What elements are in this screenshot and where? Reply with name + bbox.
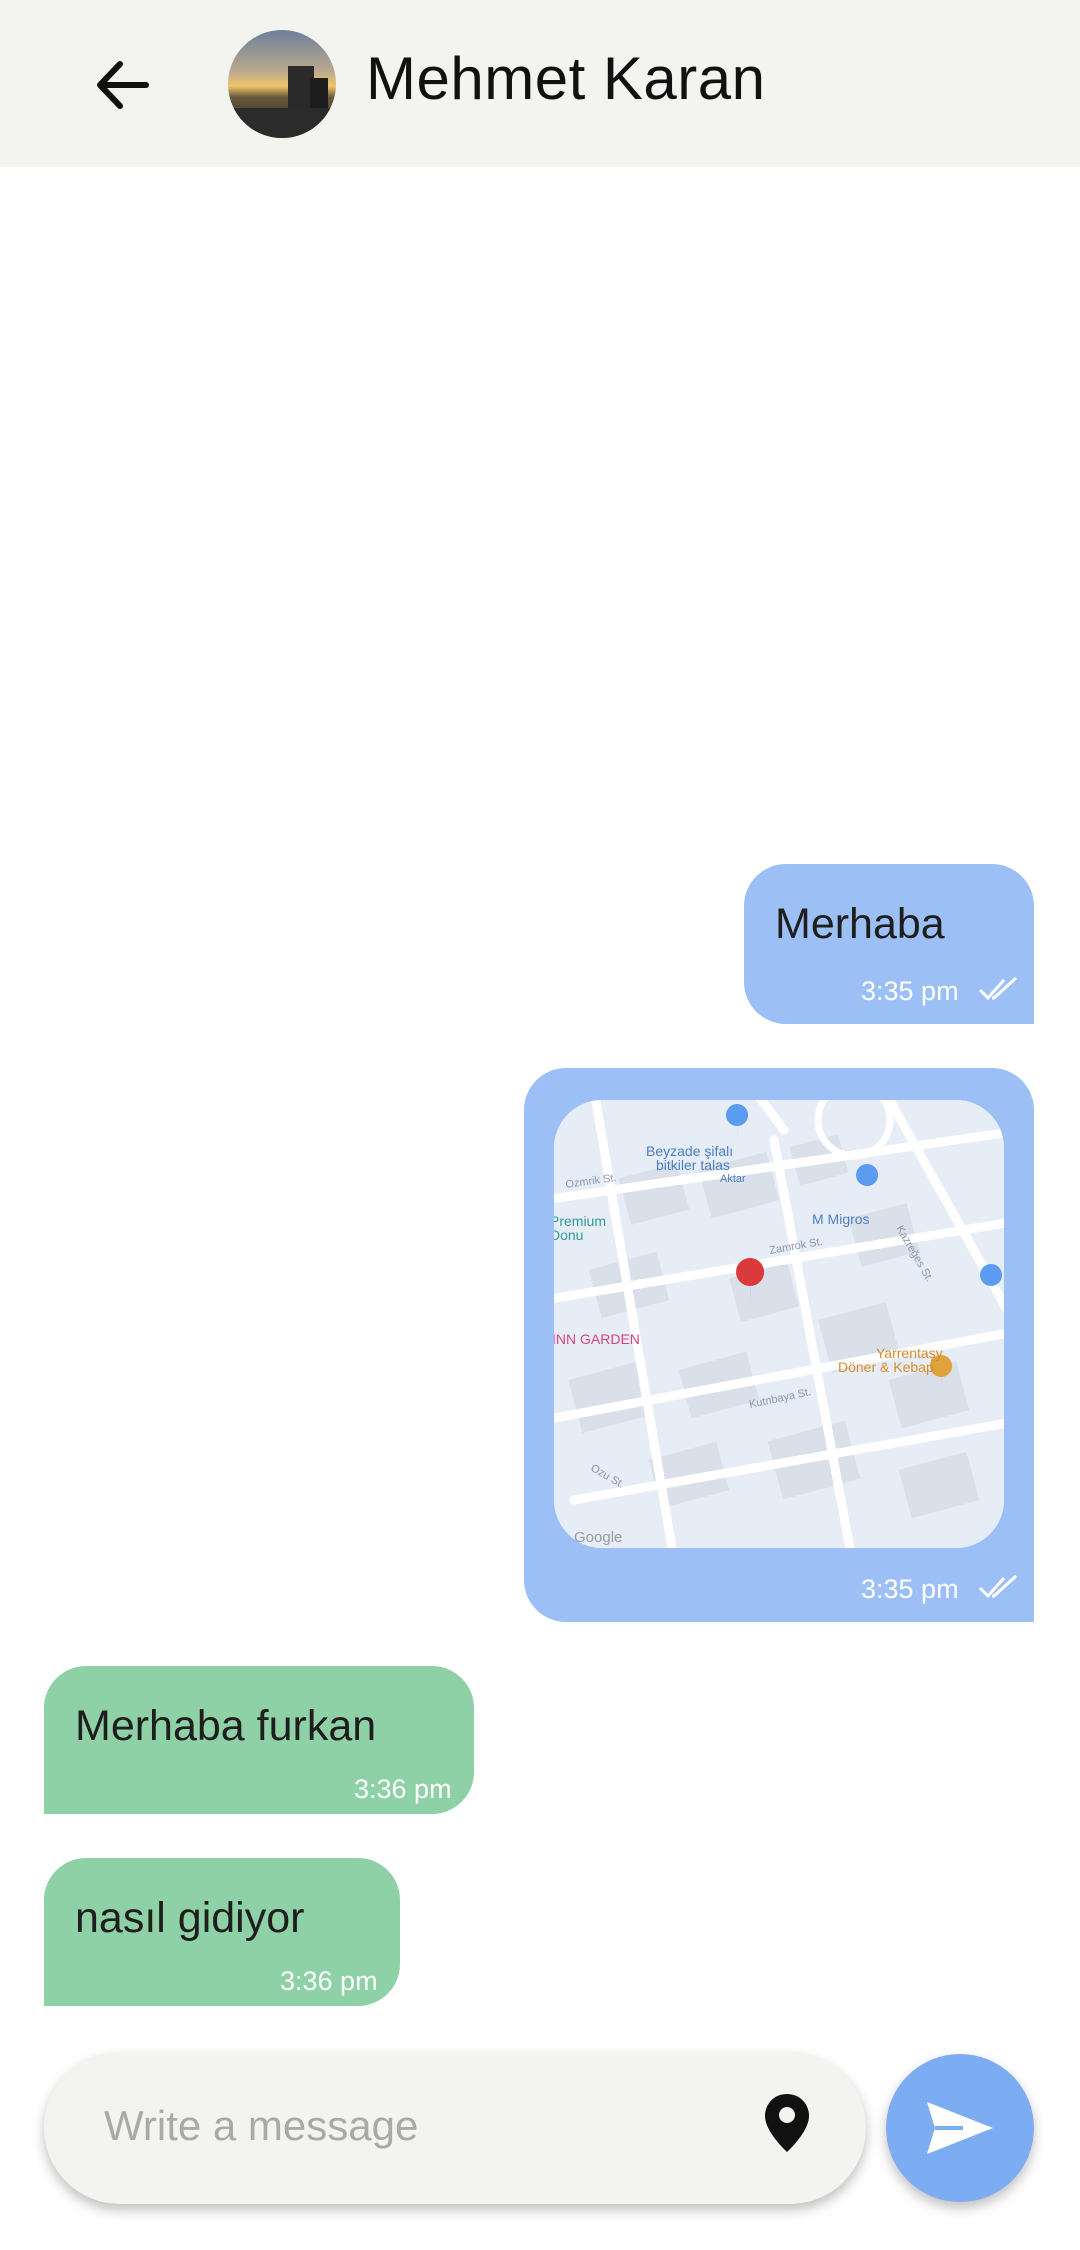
message-time: 3:35 pm [861,1574,959,1604]
chat-header: Mehmet Karan [0,0,1080,167]
message-bubble-outgoing[interactable]: Merhaba 3:35 pm [744,864,1034,1024]
svg-text:bitkiler talas: bitkiler talas [656,1157,730,1173]
double-check-icon [978,976,1018,1001]
svg-text:Aktar: Aktar [720,1173,746,1185]
message-time: 3:35 pm [861,976,959,1006]
message-text: Merhaba furkan [75,1702,377,1750]
arrow-left-icon [97,61,149,109]
send-icon [927,2102,993,2154]
svg-text:INN GARDEN: INN GARDEN [554,1331,640,1347]
avatar[interactable] [228,30,336,138]
svg-text:Döner & Kebap: Döner & Kebap [838,1359,934,1375]
location-message-bubble[interactable]: Beyzade şifalı bitkiler talas Aktar Ozmr… [524,1068,1034,1622]
message-input[interactable]: Write a message [104,2102,418,2150]
send-button[interactable] [886,2054,1034,2202]
double-check-icon [978,1574,1018,1599]
map-image: Beyzade şifalı bitkiler talas Aktar Ozmr… [554,1100,1004,1548]
location-button[interactable] [762,2092,812,2162]
back-button[interactable] [82,50,162,120]
svg-text:Donu: Donu [554,1227,583,1243]
message-text: Merhaba [775,900,945,948]
message-time: 3:36 pm [280,1966,378,1996]
svg-text:Google: Google [574,1529,622,1546]
map-preview[interactable]: Beyzade şifalı bitkiler talas Aktar Ozmr… [554,1100,1004,1548]
map-pin-icon [765,2094,809,2152]
message-bubble-incoming[interactable]: Merhaba furkan 3:36 pm [44,1666,474,1814]
svg-text:M Migros: M Migros [812,1211,870,1227]
contact-name[interactable]: Mehmet Karan [366,44,766,113]
message-text: nasıl gidiyor [75,1894,305,1942]
message-time: 3:36 pm [354,1774,452,1804]
message-bubble-incoming[interactable]: nasıl gidiyor 3:36 pm [44,1858,400,2006]
message-composer[interactable]: Write a message [44,2052,866,2204]
